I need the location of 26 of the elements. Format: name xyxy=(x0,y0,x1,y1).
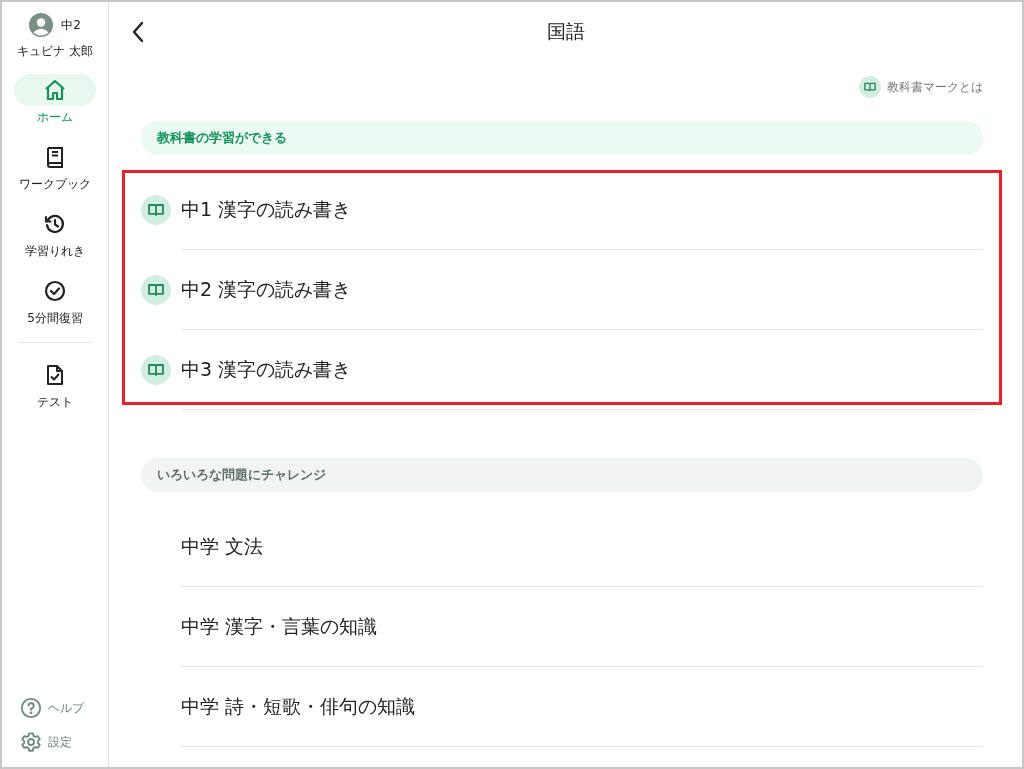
history-icon xyxy=(43,212,67,236)
list-item[interactable]: 中3 漢字の読み書き xyxy=(181,330,983,410)
nav-item[interactable]: 学習りれき xyxy=(14,208,96,260)
open-book-icon xyxy=(859,76,881,98)
nav-item[interactable]: ワークブック xyxy=(14,141,96,193)
list-item[interactable]: 中学 漢字・言葉の知識 xyxy=(181,587,983,667)
settings-link[interactable]: 設定 xyxy=(20,731,90,753)
page-title: 国語 xyxy=(546,19,585,44)
help-icon xyxy=(20,697,42,719)
avatar-icon xyxy=(29,13,54,37)
textbook-mark-link[interactable]: 教科書マークとは xyxy=(859,76,983,98)
nav-item[interactable]: テスト xyxy=(14,359,96,411)
check-circle-icon xyxy=(43,279,67,303)
user-name: キュビナ 太郎 xyxy=(17,43,93,60)
list-item[interactable]: 中2 漢字の読み書き xyxy=(181,250,983,330)
back-icon[interactable] xyxy=(131,21,145,43)
grade-label: 中2 xyxy=(61,16,81,34)
list-item[interactable]: 中学 文法 xyxy=(181,507,983,587)
section-header: いろいろな問題にチャレンジ xyxy=(141,458,983,492)
nav-item[interactable]: 5分間復習 xyxy=(14,275,96,327)
list-item[interactable]: 中1 漢字の読み書き xyxy=(181,170,983,250)
section-header: 教科書の学習ができる xyxy=(141,121,983,155)
home-icon xyxy=(43,78,67,102)
list-item[interactable]: 中学 詩・短歌・俳句の知識 xyxy=(181,667,983,747)
help-link[interactable]: ヘルプ xyxy=(20,697,90,719)
settings-icon xyxy=(20,731,42,753)
